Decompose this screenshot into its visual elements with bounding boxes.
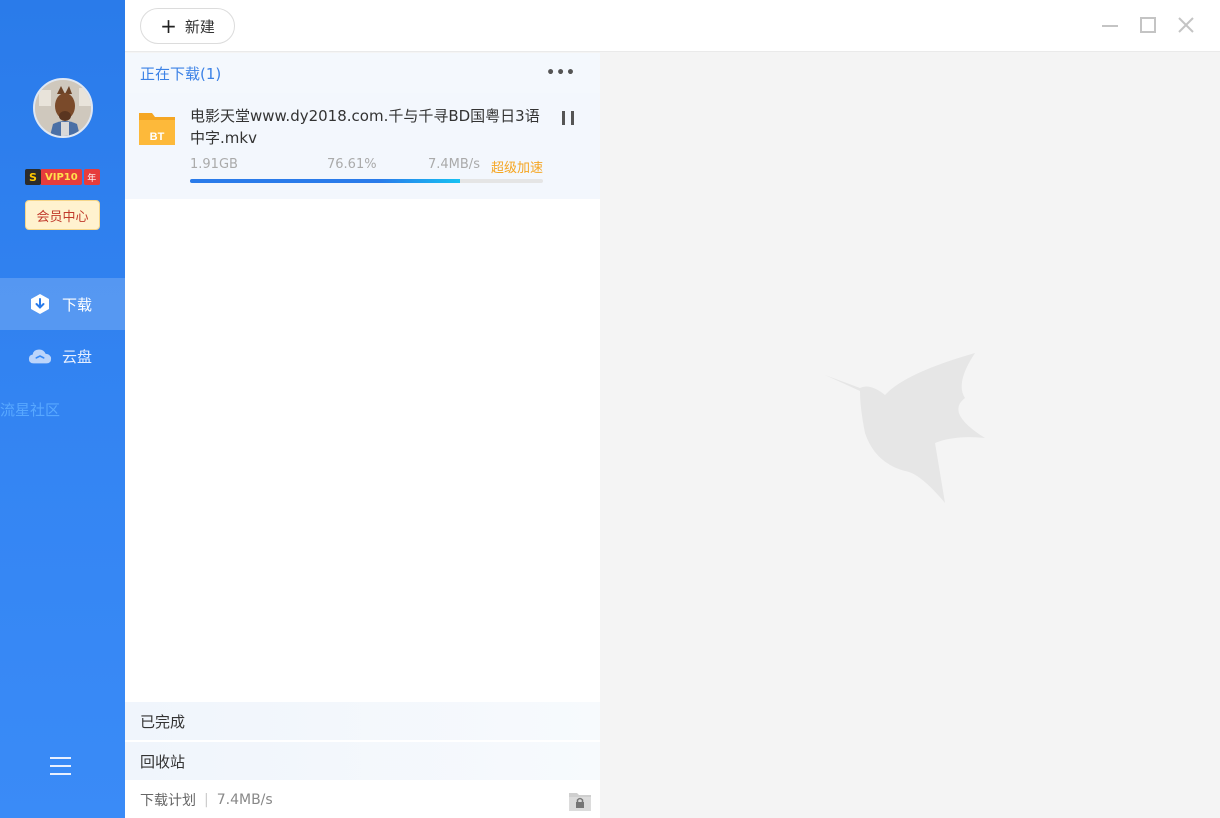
vip-level: VIP10 [41,169,82,185]
download-plan-link[interactable]: 下载计划 [140,790,196,810]
download-list-panel: 正在下载(1) ••• BT 电影天堂www.dy2018.com.千与千寻BD… [125,53,600,818]
total-speed: 7.4MB/s [216,792,273,808]
task-size: 1.91GB [190,157,238,172]
minimize-icon[interactable] [1101,16,1119,34]
topbar: + 新建 [125,0,1220,52]
nav-item-cloud[interactable]: 云盘 [0,330,125,382]
download-task[interactable]: BT 电影天堂www.dy2018.com.千与千寻BD国粤日3语中字.mkv … [125,93,600,199]
lock-folder-icon[interactable] [568,790,592,812]
bt-badge-text: BT [150,131,165,143]
task-progress-fill [190,179,461,183]
task-meta: 1.91GB 76.61% 7.4MB/s 超级加速 [190,157,543,176]
super-accelerate-link[interactable]: 超级加速 [491,157,543,176]
community-link[interactable]: 流星社区 [0,399,60,420]
new-task-button[interactable]: + 新建 [140,8,235,44]
member-center-button[interactable]: 会员中心 [25,200,100,230]
plus-icon: + [160,14,177,38]
detail-panel [600,53,1220,818]
footer-divider: | [204,792,209,808]
downloading-header[interactable]: 正在下载(1) ••• [125,53,600,93]
hamburger-icon[interactable] [50,757,71,777]
completed-section[interactable]: 已完成 [125,702,600,740]
more-icon[interactable]: ••• [546,65,576,81]
nav-item-download[interactable]: 下载 [0,278,125,330]
maximize-icon[interactable] [1139,16,1157,34]
footer-bar: 下载计划 | 7.4MB/s [125,782,600,818]
bt-folder-icon: BT [138,109,176,147]
task-speed: 7.4MB/s [428,157,480,172]
task-progress-bar [190,179,543,183]
vip-badge[interactable]: S VIP10 年 [25,168,100,186]
task-file-name: 电影天堂www.dy2018.com.千与千寻BD国粤日3语中字.mkv [190,107,540,147]
hummingbird-logo-icon [825,353,990,508]
download-icon [28,292,52,316]
nav-item-label: 云盘 [62,347,93,366]
recycle-bin-section[interactable]: 回收站 [125,742,600,780]
downloading-title: 正在下载(1) [140,64,222,83]
vip-year: 年 [83,169,100,185]
cloud-icon [28,344,52,368]
nav-item-label: 下载 [62,295,93,314]
sidebar: S VIP10 年 会员中心 下载 云盘 流星社区 [0,0,125,818]
new-task-label: 新建 [184,17,215,36]
task-percent: 76.61% [327,157,377,172]
close-icon[interactable] [1177,16,1195,34]
pause-icon[interactable] [562,111,574,125]
vip-s-icon: S [25,169,41,185]
avatar[interactable] [33,78,93,138]
